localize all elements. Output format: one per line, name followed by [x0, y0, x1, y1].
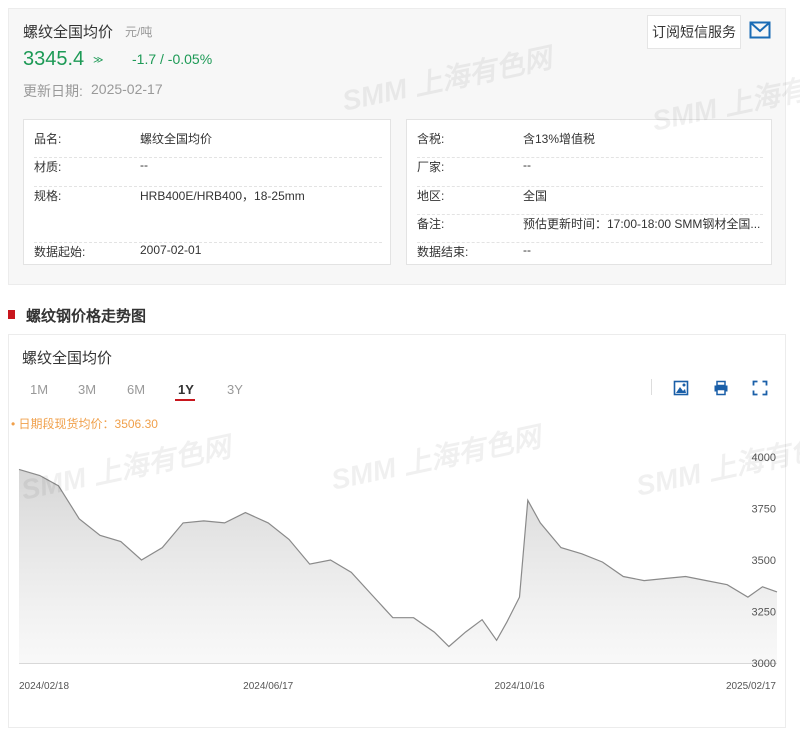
info-left-row: 数据起始: 2007-02-01: [34, 243, 382, 265]
info-right-value: 全国: [523, 189, 548, 203]
price-area-fill: [19, 469, 777, 663]
info-right-row: 数据结束: --: [417, 243, 763, 265]
info-left-key: 数据起始:: [34, 245, 86, 259]
info-right-key: 厂家:: [417, 160, 445, 174]
info-right-row: 厂家: --: [417, 158, 763, 187]
info-left-value: 螺纹全国均价: [140, 132, 213, 146]
unit-label: 元/吨: [125, 25, 153, 39]
info-right-value: 含13%增值税: [523, 132, 596, 146]
info-left-key: 材质:: [34, 160, 62, 174]
info-right-row: 地区: 全国: [417, 187, 763, 215]
y-tick-label: 3500: [752, 555, 776, 567]
update-date-value: 2025-02-17: [91, 81, 163, 97]
subscribe-sms-button[interactable]: 订阅短信服务: [647, 15, 741, 49]
price-summary-card: 螺纹全国均价 元/吨 3345.4 ≫ -1.7 / -0.05% 更新日期: …: [8, 8, 786, 285]
info-right-row: 备注: 预估更新时间：17:00-18:00 SMM钢材全国...: [417, 215, 763, 243]
down-arrow-icon: ≫: [93, 55, 104, 66]
info-right-key: 地区:: [417, 189, 445, 203]
info-right-row: 含税: 含13%增值税: [417, 130, 763, 158]
info-left-value: --: [140, 158, 148, 172]
info-table-right: 含税: 含13%增值税厂家: -- 地区: 全国备注: 预估更新时间：17:00-18:0…: [406, 119, 772, 265]
product-title: 螺纹全国均价: [23, 24, 114, 41]
section-title: 螺纹钢价格走势图: [26, 308, 147, 325]
mail-icon[interactable]: [749, 21, 771, 39]
info-left-row: 品名: 螺纹全国均价: [34, 130, 382, 158]
info-left-value: 2007-02-01: [140, 243, 202, 257]
info-table-left: 品名: 螺纹全国均价材质: -- 规格: HRB400E/HRB400，18-25mm 数…: [23, 119, 391, 265]
update-date-label: 更新日期:: [23, 83, 83, 99]
x-tick-label: 2024/02/18: [19, 681, 69, 692]
info-right-key: 备注:: [417, 217, 445, 231]
y-tick-label: 3750: [752, 504, 776, 516]
chart-card: 螺纹全国均价 1M 3M 6M 1Y 3Y • 日期段现货均价：3506.30 …: [8, 334, 800, 728]
y-tick-label: 4000: [752, 452, 776, 464]
x-tick-label: 2024/06/17: [243, 681, 293, 692]
x-tick-label: 2024/10/16: [494, 681, 544, 692]
info-right-value: --: [523, 243, 531, 257]
info-right-key: 含税:: [417, 132, 445, 146]
price-chart: 4000 3750 3500 3250 3000 2024/02/18 2024/06/1…: [18, 452, 778, 692]
info-left-key: 品名:: [34, 132, 62, 146]
info-left-row: 规格: HRB400E/HRB400，18-25mm: [34, 187, 382, 243]
info-left-value: HRB400E/HRB400，18-25mm: [140, 189, 305, 203]
info-left-row: 材质: --: [34, 158, 382, 187]
current-price: 3345.4: [23, 48, 85, 70]
info-right-value: --: [523, 158, 531, 172]
x-tick-label: 2025/02/17: [726, 681, 776, 692]
info-left-key: 规格:: [34, 189, 62, 203]
info-right-value: 预估更新时间：17:00-18:00 SMM钢材全国...: [523, 217, 761, 231]
info-right-key: 数据结束:: [417, 245, 469, 259]
y-tick-label: 3250: [752, 607, 776, 619]
price-change: -1.7 / -0.05%: [132, 51, 213, 67]
section-marker: [8, 310, 15, 319]
y-tick-label: 3000: [752, 658, 776, 670]
